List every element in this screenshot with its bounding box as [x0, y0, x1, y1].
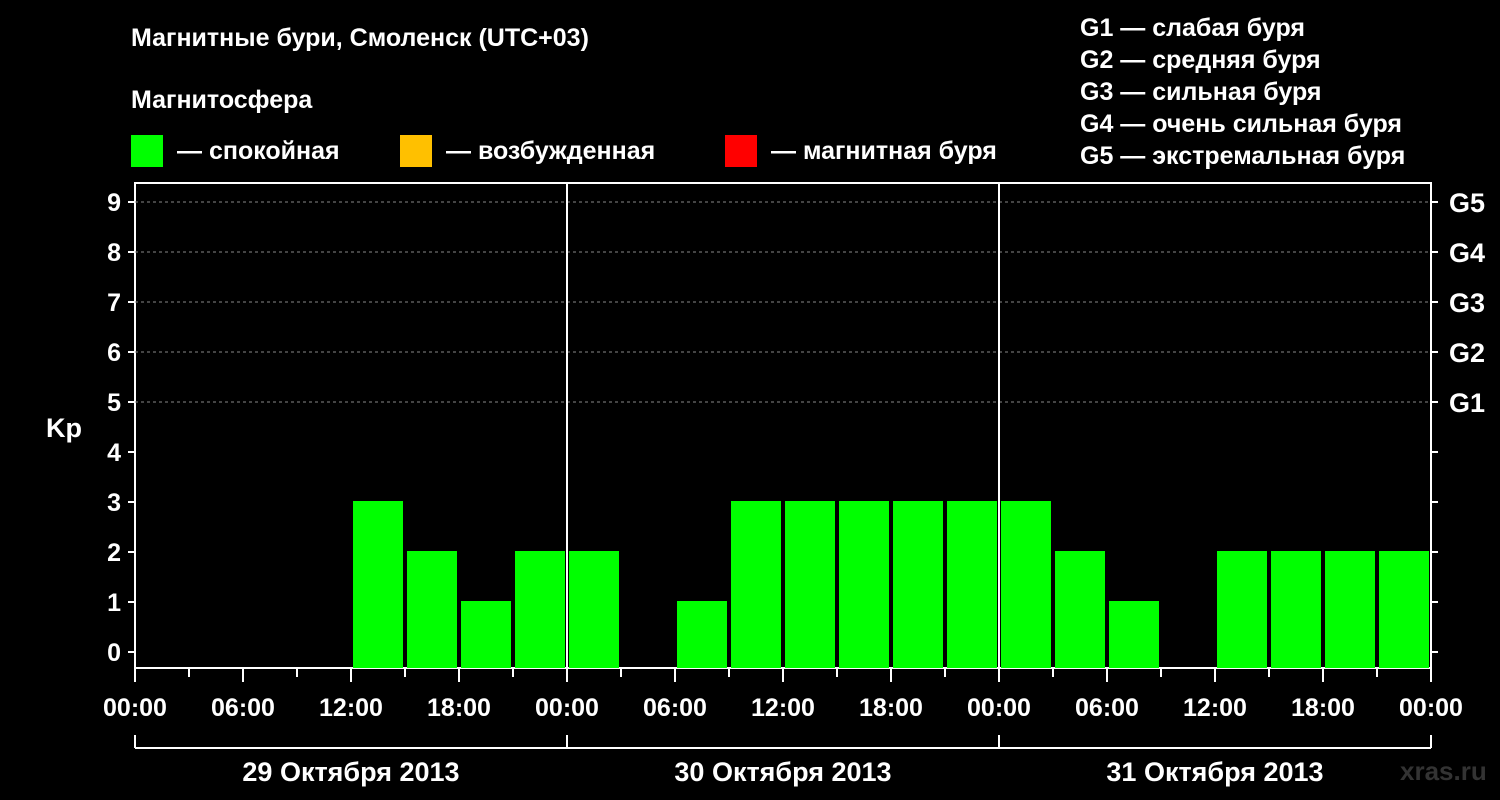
y-tick-label: 6	[107, 339, 121, 367]
x-tick-label: 06:00	[1075, 694, 1139, 722]
y-tick-label: 0	[107, 639, 121, 667]
x-tick-label: 18:00	[1291, 694, 1355, 722]
kp-bar	[677, 601, 727, 668]
kp-bar	[569, 551, 619, 668]
g-level-label: G1	[1449, 388, 1485, 418]
y-tick-label: 4	[107, 439, 121, 467]
y-tick-label: 1	[107, 589, 121, 617]
kp-bar	[1055, 551, 1105, 668]
x-tick-label: 12:00	[1183, 694, 1247, 722]
y-tick-label: 5	[107, 389, 121, 417]
x-tick-label: 00:00	[1399, 694, 1463, 722]
x-tick-label: 06:00	[643, 694, 707, 722]
watermark: xras.ru	[1400, 756, 1487, 786]
kp-bar	[1271, 551, 1321, 668]
kp-bar	[407, 551, 457, 668]
kp-bar	[893, 501, 943, 668]
g-level-label: G2	[1449, 338, 1485, 368]
x-tick-label: 18:00	[427, 694, 491, 722]
x-tick-label: 00:00	[967, 694, 1031, 722]
x-tick-label: 00:00	[103, 694, 167, 722]
kp-bar	[839, 501, 889, 668]
g-level-label: G4	[1449, 238, 1485, 268]
y-axis-label: Kp	[46, 413, 82, 443]
y-tick-label: 8	[107, 239, 121, 267]
kp-bar	[731, 501, 781, 668]
day-label: 31 Октября 2013	[1106, 757, 1323, 787]
day-label: 29 Октября 2013	[242, 757, 459, 787]
g-level-label: G5	[1449, 188, 1485, 218]
kp-chart: 0 1 2 3 4 5 6 7 8 9 G1 G2 G3 G4 G5 Kp 00:00 06:00 12:00 18:…	[46, 182, 1485, 787]
kp-bar	[1325, 551, 1375, 668]
kp-bar	[1109, 601, 1159, 668]
y-tick-label: 9	[107, 189, 121, 217]
x-tick-label: 06:00	[211, 694, 275, 722]
kp-bar	[515, 551, 565, 668]
kp-bar	[1379, 551, 1429, 668]
day-label: 30 Октября 2013	[674, 757, 891, 787]
kp-bar	[1001, 501, 1051, 668]
x-tick-label: 18:00	[859, 694, 923, 722]
kp-bar	[353, 501, 403, 668]
kp-bar	[461, 601, 511, 668]
kp-bar	[947, 501, 997, 668]
y-tick-label: 7	[107, 289, 121, 317]
kp-bar	[1217, 551, 1267, 668]
g-level-label: G3	[1449, 288, 1485, 318]
x-tick-label: 12:00	[751, 694, 815, 722]
y-tick-label: 2	[107, 539, 121, 567]
y-tick-label: 3	[107, 489, 121, 517]
x-tick-label: 00:00	[535, 694, 599, 722]
x-tick-label: 12:00	[319, 694, 383, 722]
kp-bar	[785, 501, 835, 668]
